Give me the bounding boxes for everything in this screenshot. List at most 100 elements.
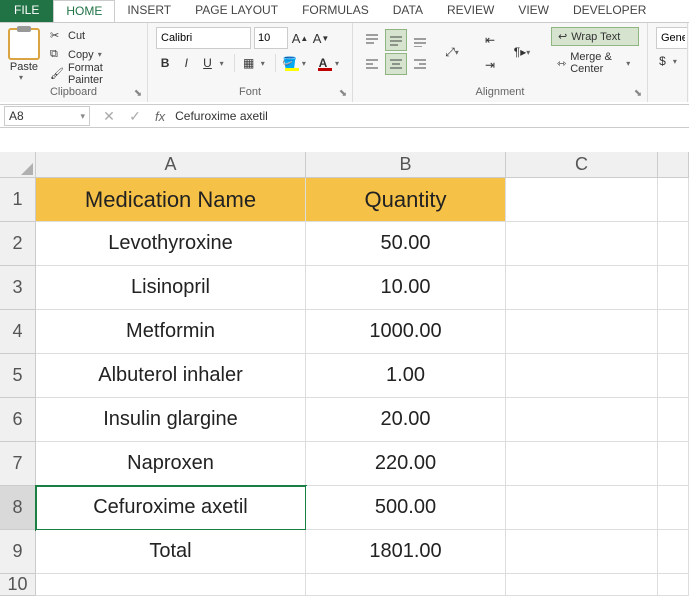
font-launcher[interactable]: ⬊ xyxy=(337,87,349,99)
cell-b3[interactable]: 10.00 xyxy=(306,266,506,310)
select-all-corner[interactable] xyxy=(0,152,36,178)
format-painter-button[interactable]: 🖌Format Painter xyxy=(50,65,139,82)
increase-indent-button[interactable]: ⇥ xyxy=(479,54,501,76)
cell-d10[interactable] xyxy=(658,574,689,596)
currency-dropdown[interactable]: ▾ xyxy=(673,57,679,66)
row-header-2[interactable]: 2 xyxy=(0,222,36,266)
col-header-a[interactable]: A xyxy=(36,152,306,178)
cut-button[interactable]: ✂Cut xyxy=(50,27,139,44)
row-header-4[interactable]: 4 xyxy=(0,310,36,354)
decrease-font-button[interactable]: A▼ xyxy=(312,28,330,48)
align-left-button[interactable] xyxy=(361,53,383,75)
increase-font-button[interactable]: A▲ xyxy=(291,28,309,48)
fill-color-button[interactable]: 🪣 xyxy=(281,53,299,73)
cell-a8[interactable]: Cefuroxime axetil xyxy=(36,486,306,530)
cell-b10[interactable] xyxy=(306,574,506,596)
formula-input[interactable]: Cefuroxime axetil xyxy=(171,109,268,123)
cell-d2[interactable] xyxy=(658,222,689,266)
cancel-formula-button[interactable]: ✕ xyxy=(97,106,121,126)
cell-b6[interactable]: 20.00 xyxy=(306,398,506,442)
fill-color-dropdown[interactable]: ▾ xyxy=(302,59,311,68)
align-middle-button[interactable] xyxy=(385,29,407,51)
merge-dropdown[interactable]: ▾ xyxy=(626,59,633,68)
cell-c6[interactable] xyxy=(506,398,658,442)
alignment-launcher[interactable]: ⬊ xyxy=(632,87,644,99)
font-color-dropdown[interactable]: ▾ xyxy=(335,59,344,68)
paste-icon[interactable] xyxy=(8,28,40,60)
row-header-9[interactable]: 9 xyxy=(0,530,36,574)
cell-d9[interactable] xyxy=(658,530,689,574)
cell-b1[interactable]: Quantity xyxy=(306,178,506,222)
font-color-button[interactable]: A xyxy=(314,53,332,73)
row-header-1[interactable]: 1 xyxy=(0,178,36,222)
row-header-3[interactable]: 3 xyxy=(0,266,36,310)
cell-c5[interactable] xyxy=(506,354,658,398)
cell-a5[interactable]: Albuterol inhaler xyxy=(36,354,306,398)
cell-c1[interactable] xyxy=(506,178,658,222)
font-size-input[interactable] xyxy=(254,27,288,49)
cell-b4[interactable]: 1000.00 xyxy=(306,310,506,354)
border-dropdown[interactable]: ▾ xyxy=(261,59,270,68)
cell-c4[interactable] xyxy=(506,310,658,354)
fx-icon[interactable]: fx xyxy=(155,109,165,124)
cell-c3[interactable] xyxy=(506,266,658,310)
align-right-button[interactable] xyxy=(409,53,431,75)
row-header-6[interactable]: 6 xyxy=(0,398,36,442)
underline-button[interactable]: U xyxy=(198,53,216,73)
cell-d8[interactable] xyxy=(658,486,689,530)
align-top-button[interactable] xyxy=(361,29,383,51)
cell-d6[interactable] xyxy=(658,398,689,442)
tab-insert[interactable]: INSERT xyxy=(115,0,183,22)
row-header-8[interactable]: 8 xyxy=(0,486,36,530)
col-header-b[interactable]: B xyxy=(306,152,506,178)
tab-developer[interactable]: DEVELOPER xyxy=(561,0,658,22)
cell-a2[interactable]: Levothyroxine xyxy=(36,222,306,266)
cell-d3[interactable] xyxy=(658,266,689,310)
tab-file[interactable]: FILE xyxy=(0,0,53,22)
number-format-select[interactable] xyxy=(656,27,688,49)
cell-d5[interactable] xyxy=(658,354,689,398)
cell-c9[interactable] xyxy=(506,530,658,574)
tab-formulas[interactable]: FORMULAS xyxy=(290,0,381,22)
row-header-5[interactable]: 5 xyxy=(0,354,36,398)
cell-b7[interactable]: 220.00 xyxy=(306,442,506,486)
cell-a7[interactable]: Naproxen xyxy=(36,442,306,486)
border-button[interactable]: ▦ xyxy=(240,53,258,73)
accept-formula-button[interactable]: ✓ xyxy=(123,106,147,126)
italic-button[interactable]: I xyxy=(177,53,195,73)
tab-page-layout[interactable]: PAGE LAYOUT xyxy=(183,0,290,22)
align-bottom-button[interactable] xyxy=(409,29,431,51)
tab-home[interactable]: HOME xyxy=(53,0,115,22)
cell-a6[interactable]: Insulin glargine xyxy=(36,398,306,442)
cell-d4[interactable] xyxy=(658,310,689,354)
cell-a9[interactable]: Total xyxy=(36,530,306,574)
cell-d7[interactable] xyxy=(658,442,689,486)
currency-button[interactable]: $ xyxy=(656,51,669,71)
paste-button[interactable]: Paste xyxy=(10,61,38,73)
merge-center-button[interactable]: ⇿Merge & Center▾ xyxy=(551,49,639,77)
decrease-indent-button[interactable]: ⇤ xyxy=(479,29,501,51)
col-header-c[interactable]: C xyxy=(506,152,658,178)
row-header-10[interactable]: 10 xyxy=(0,574,36,596)
cell-a10[interactable] xyxy=(36,574,306,596)
name-box[interactable]: A8▾ xyxy=(4,106,90,126)
wrap-text-button[interactable]: ↩Wrap Text xyxy=(551,27,639,46)
cell-c10[interactable] xyxy=(506,574,658,596)
underline-dropdown[interactable]: ▾ xyxy=(220,59,229,68)
cell-a4[interactable]: Metformin xyxy=(36,310,306,354)
cell-b9[interactable]: 1801.00 xyxy=(306,530,506,574)
tab-data[interactable]: DATA xyxy=(381,0,435,22)
cell-c8[interactable] xyxy=(506,486,658,530)
tab-review[interactable]: REVIEW xyxy=(435,0,506,22)
clipboard-launcher[interactable]: ⬊ xyxy=(132,87,144,99)
copy-button[interactable]: ⧉Copy▾ xyxy=(50,46,139,63)
cell-c7[interactable] xyxy=(506,442,658,486)
cell-b5[interactable]: 1.00 xyxy=(306,354,506,398)
cell-d1[interactable] xyxy=(658,178,689,222)
tab-view[interactable]: VIEW xyxy=(506,0,561,22)
cell-c2[interactable] xyxy=(506,222,658,266)
ltr-button[interactable]: ¶▸▾ xyxy=(511,41,539,63)
col-header-d[interactable] xyxy=(658,152,689,178)
row-header-7[interactable]: 7 xyxy=(0,442,36,486)
copy-dropdown[interactable]: ▾ xyxy=(98,50,108,59)
